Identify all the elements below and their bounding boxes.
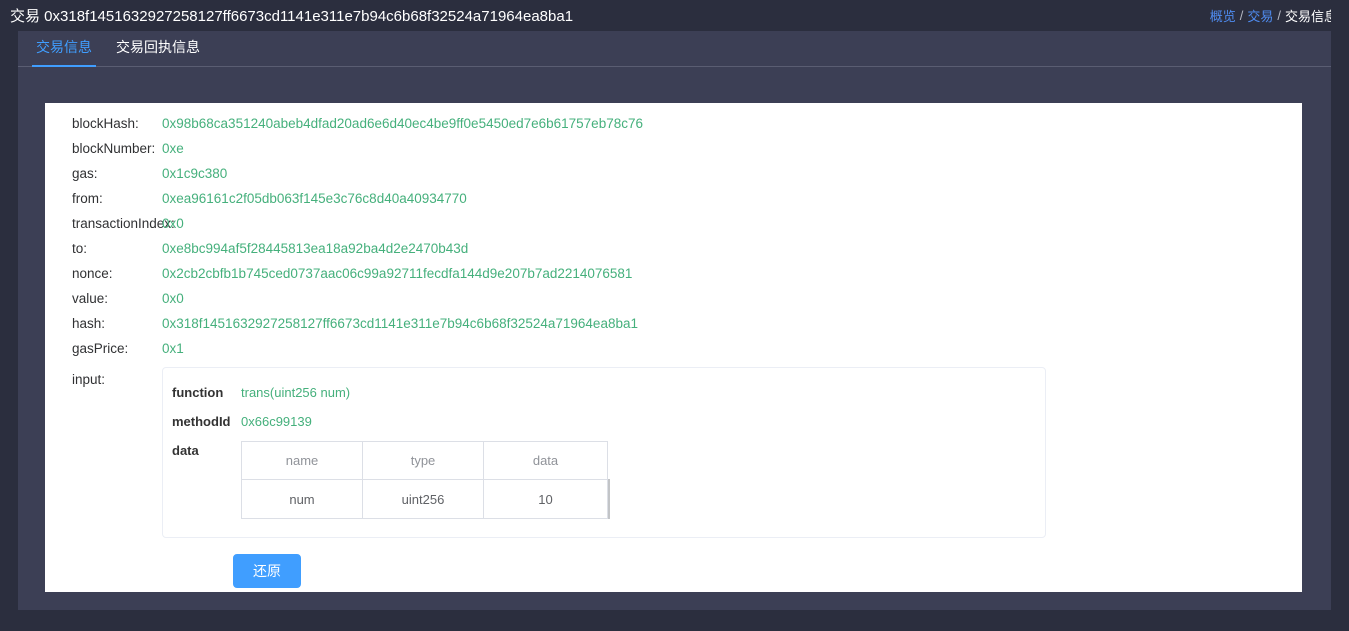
table-header-name: name	[241, 441, 363, 480]
field-label-transactionindex: transactionIndex:	[72, 216, 175, 231]
field-value-to: 0xe8bc994af5f28445813ea18a92ba4d2e2470b4…	[162, 241, 469, 256]
field-row-input: input: function trans(uint256 num) metho…	[45, 367, 1302, 538]
field-value-hash: 0x318f1451632927258127ff6673cd1141e311e7…	[162, 316, 638, 331]
field-label-gasprice: gasPrice:	[72, 341, 129, 356]
left-gutter	[0, 31, 18, 631]
table-cell-data: 10	[483, 479, 608, 519]
field-value-gas: 0x1c9c380	[162, 166, 228, 181]
field-value-value: 0x0	[162, 291, 184, 306]
transaction-detail-card: blockHash: 0x98b68ca351240abeb4dfad20ad6…	[45, 103, 1302, 592]
restore-button[interactable]: 还原	[233, 554, 301, 588]
tab-transaction-info[interactable]: 交易信息	[32, 37, 96, 67]
input-function-key: function	[172, 385, 224, 400]
breadcrumb-separator: /	[1239, 8, 1244, 23]
bottom-gutter	[0, 610, 1349, 631]
field-value-transactionindex: 0x0	[162, 216, 184, 231]
field-value-from: 0xea96161c2f05db063f145e3c76c8d40a409347…	[162, 191, 467, 206]
field-label-nonce: nonce:	[72, 266, 113, 281]
table-cell-name: num	[241, 479, 363, 519]
table-header-type: type	[362, 441, 484, 480]
input-data-key: data	[172, 443, 199, 458]
breadcrumb-item-current: 交易信息	[1284, 9, 1337, 24]
field-label-to: to:	[72, 241, 88, 256]
field-row: transactionIndex: 0x0	[45, 211, 1302, 236]
right-gutter	[1331, 0, 1349, 631]
field-value-gasprice: 0x1	[162, 341, 184, 356]
table-row: num uint256 10	[241, 479, 608, 519]
table-header-row: name type data	[241, 441, 608, 480]
field-row: gas: 0x1c9c380	[45, 161, 1302, 186]
breadcrumb-item-transactions[interactable]: 交易	[1247, 6, 1273, 25]
input-decoded-box: function trans(uint256 num) methodId 0x6…	[162, 367, 1046, 538]
field-row: to: 0xe8bc994af5f28445813ea18a92ba4d2e24…	[45, 236, 1302, 261]
input-methodid-row: methodId 0x66c99139	[163, 411, 1045, 432]
tab-bar: 交易信息 交易回执信息	[18, 31, 1331, 67]
field-row: from: 0xea96161c2f05db063f145e3c76c8d40a…	[45, 186, 1302, 211]
input-function-value: trans(uint256 num)	[241, 385, 351, 400]
breadcrumb-separator: /	[1277, 8, 1281, 23]
field-label-blocknumber: blockNumber:	[72, 141, 156, 156]
field-row: blockHash: 0x98b68ca351240abeb4dfad20ad6…	[45, 111, 1302, 136]
page-title: 交易 0x318f1451632927258127ff6673cd1141e31…	[10, 8, 574, 25]
field-row: nonce: 0x2cb2cbfb1b745ced0737aac06c99a92…	[45, 261, 1302, 286]
transaction-fields: blockHash: 0x98b68ca351240abeb4dfad20ad6…	[45, 103, 1302, 588]
input-function-row: function trans(uint256 num)	[163, 382, 1045, 403]
field-label-hash: hash:	[72, 316, 106, 331]
actions-row: 还原	[45, 554, 1302, 588]
top-header-bar: 交易 0x318f1451632927258127ff6673cd1141e31…	[0, 0, 1349, 31]
breadcrumb-item-overview[interactable]: 概览	[1210, 6, 1236, 25]
field-value-nonce: 0x2cb2cbfb1b745ced0737aac06c99a92711fecd…	[162, 266, 633, 281]
field-label-blockhash: blockHash:	[72, 116, 139, 131]
input-methodid-value: 0x66c99139	[241, 414, 312, 429]
table-header-data: data	[483, 441, 608, 480]
field-label-from: from:	[72, 191, 103, 206]
field-row: value: 0x0	[45, 286, 1302, 311]
field-value-blockhash: 0x98b68ca351240abeb4dfad20ad6e6d40ec4be9…	[162, 116, 643, 131]
field-row: blockNumber: 0xe	[45, 136, 1302, 161]
field-label-input: input:	[72, 372, 106, 387]
tab-transaction-receipt[interactable]: 交易回执信息	[116, 37, 200, 66]
table-cell-type: uint256	[362, 479, 484, 519]
field-row: hash: 0x318f1451632927258127ff6673cd1141…	[45, 311, 1302, 336]
field-row: gasPrice: 0x1	[45, 336, 1302, 361]
field-value-blocknumber: 0xe	[162, 141, 184, 156]
input-data-row: data name type data num uint256 10	[163, 440, 1045, 525]
input-parameters-table: name type data num uint256 10	[241, 441, 608, 519]
breadcrumb: 概览 / 交易 / 交易信息	[1210, 6, 1349, 25]
input-data-table-wrap: name type data num uint256 10	[241, 440, 610, 525]
field-label-value: value:	[72, 291, 109, 306]
field-label-gas: gas:	[72, 166, 98, 181]
input-methodid-key: methodId	[172, 414, 231, 429]
